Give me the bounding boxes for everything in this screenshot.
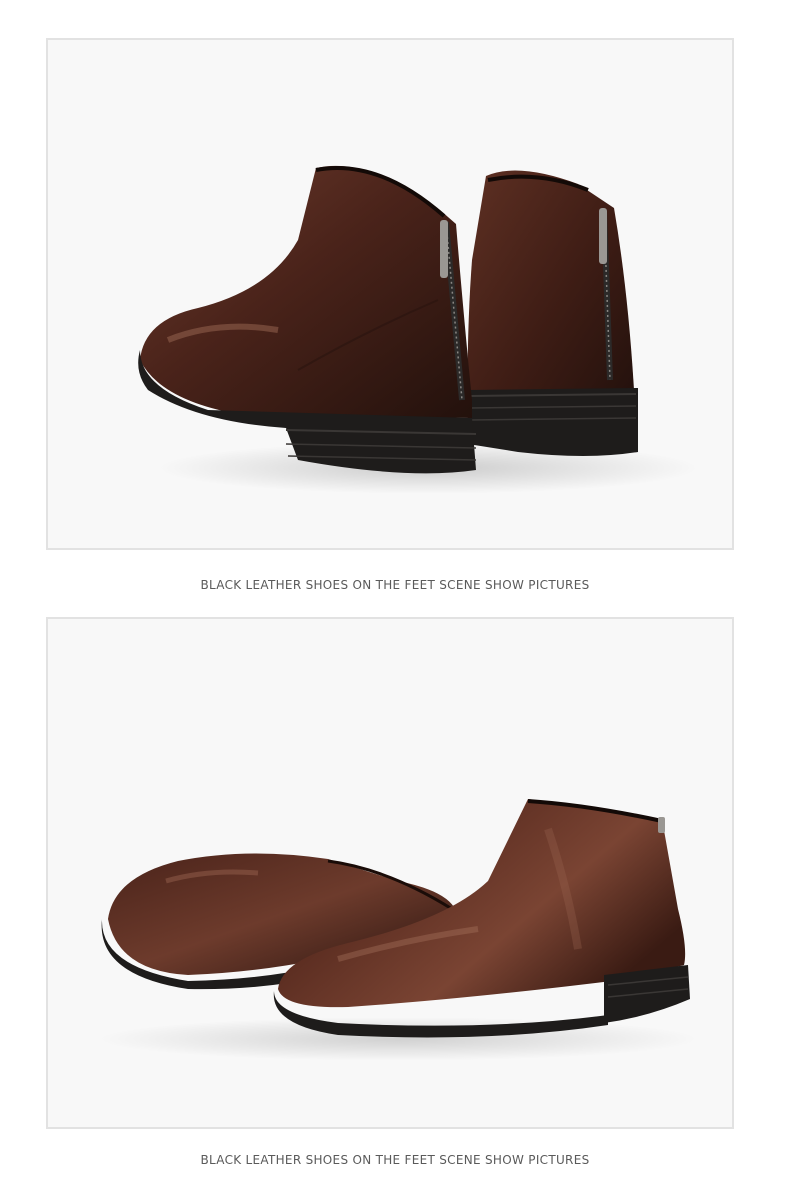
product-photo-rear-view xyxy=(46,38,734,550)
photo-caption: BLACK LEATHER SHOES ON THE FEET SCENE SH… xyxy=(200,1153,590,1167)
boots-side-illustration xyxy=(98,799,698,1061)
right-boot xyxy=(467,170,638,456)
photo-caption: BLACK LEATHER SHOES ON THE FEET SCENE SH… xyxy=(200,578,590,592)
product-photo-side-view xyxy=(46,617,734,1129)
left-boot xyxy=(138,165,477,474)
boots-rear-illustration xyxy=(138,165,698,494)
